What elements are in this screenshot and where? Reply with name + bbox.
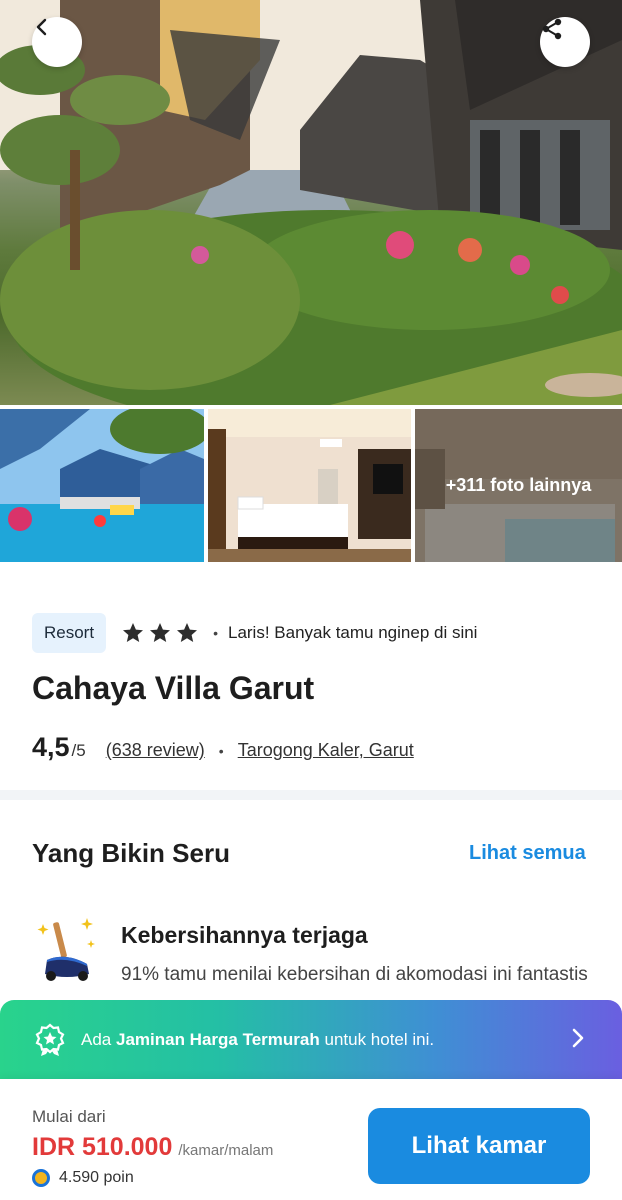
rating-max: /5 xyxy=(71,741,86,760)
hotel-info: Resort • Laris! Banyak tamu nginep di si… xyxy=(32,613,592,653)
view-rooms-button[interactable]: Lihat kamar xyxy=(368,1108,590,1184)
feature-description: 91% tamu menilai kebersihan di akomodasi… xyxy=(121,964,588,985)
share-button[interactable] xyxy=(540,17,590,67)
star-rating xyxy=(121,621,199,645)
review-count-link[interactable]: (638 review) xyxy=(106,740,205,761)
star-icon xyxy=(150,623,171,642)
hero-photo[interactable] xyxy=(0,0,622,405)
cleaning-broom-icon xyxy=(37,918,95,981)
star-icon xyxy=(177,623,198,642)
price-guarantee-banner[interactable]: Ada Jaminan Harga Termurah untuk hotel i… xyxy=(0,1000,622,1079)
location-link[interactable]: Tarogong Kaler, Garut xyxy=(238,740,414,761)
banner-text: Ada Jaminan Harga Termurah untuk hotel i… xyxy=(81,1030,434,1050)
section-divider xyxy=(0,790,622,800)
rating-score: 4,5 xyxy=(32,732,70,762)
chevron-left-icon xyxy=(36,18,47,36)
separator-dot: • xyxy=(213,625,218,641)
price-value: IDR 510.000 xyxy=(32,1133,173,1161)
banner-suffix: untuk hotel ini. xyxy=(324,1029,435,1049)
price-from-label: Mulai dari xyxy=(32,1107,106,1126)
feature-title: Kebersihannya terjaga xyxy=(121,922,368,948)
share-icon xyxy=(542,18,562,40)
thumbnail-bathroom[interactable]: +311 foto lainnya xyxy=(415,409,622,562)
medal-badge-icon xyxy=(35,1023,65,1056)
popularity-text: Laris! Banyak tamu nginep di sini xyxy=(227,623,478,642)
booking-bar: Mulai dari IDR 510.000 /kamar/malam 4.59… xyxy=(0,1079,622,1200)
points-value: 4.590 poin xyxy=(59,1169,134,1186)
banner-highlight: Jaminan Harga Termurah xyxy=(115,1029,320,1049)
see-all-link[interactable]: Lihat semua xyxy=(469,842,586,865)
price-row: IDR 510.000 /kamar/malam xyxy=(32,1133,273,1162)
banner-prefix: Ada xyxy=(81,1029,112,1049)
hotel-name: Cahaya Villa Garut xyxy=(32,670,315,706)
photo-thumbnails: +311 foto lainnya xyxy=(0,409,622,562)
thumbnail-pool[interactable] xyxy=(0,409,204,562)
back-button[interactable] xyxy=(32,17,82,67)
points-row: 4.590 poin xyxy=(32,1169,134,1187)
rating-row: 4,5 /5 (638 review) • Tarogong Kaler, Ga… xyxy=(32,732,414,763)
property-type-badge: Resort xyxy=(32,613,107,653)
coin-icon xyxy=(32,1169,50,1187)
price-unit: /kamar/malam xyxy=(178,1142,274,1159)
separator-dot: • xyxy=(218,743,224,759)
highlights-title: Yang Bikin Seru xyxy=(32,838,230,868)
thumbnail-room[interactable] xyxy=(208,409,411,562)
star-icon xyxy=(123,623,144,642)
chevron-right-icon xyxy=(572,1028,584,1048)
more-photos-label[interactable]: +311 foto lainnya xyxy=(415,475,622,496)
